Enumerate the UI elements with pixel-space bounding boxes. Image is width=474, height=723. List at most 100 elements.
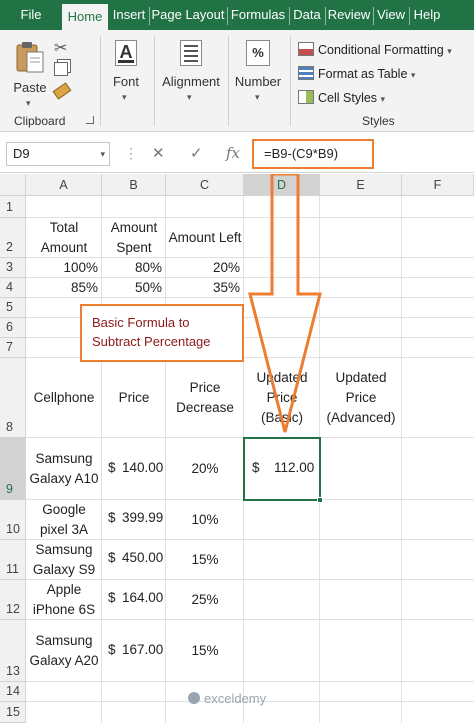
column-header-b[interactable]: B: [102, 174, 166, 196]
row-header-12[interactable]: 12: [0, 580, 26, 620]
worksheet-grid: A B C D E F 1 2 3 4 5 6 7 8 9 10 11 12 1…: [0, 174, 474, 723]
cell-a2[interactable]: Total Amount: [26, 218, 102, 258]
tab-page-layout[interactable]: Page Layout: [151, 0, 225, 30]
alignment-button[interactable]: Alignment ▾: [158, 38, 224, 108]
cell-c3[interactable]: 20%: [166, 258, 244, 278]
enter-icon[interactable]: ✓: [190, 144, 203, 162]
tab-insert[interactable]: Insert: [110, 0, 148, 30]
cell-d9[interactable]: 112.00: [274, 460, 314, 475]
cell-c4[interactable]: 35%: [166, 278, 244, 298]
conditional-formatting-label: Conditional Formatting: [318, 43, 444, 57]
cell-a10[interactable]: Google pixel 3A: [28, 500, 100, 540]
cell-b8[interactable]: Price: [102, 358, 166, 438]
column-header-a[interactable]: A: [26, 174, 102, 196]
column-header-c[interactable]: C: [166, 174, 244, 196]
cell-c11[interactable]: 15%: [166, 540, 244, 580]
font-button[interactable]: A Font ▾: [106, 38, 146, 108]
cell-a13[interactable]: Samsung Galaxy A20: [28, 620, 100, 682]
cell-b13[interactable]: 167.00: [122, 642, 163, 657]
conditional-formatting-button[interactable]: Conditional Formatting ▾: [298, 42, 452, 57]
cell-b2[interactable]: Amount Spent: [102, 218, 166, 258]
copy-icon[interactable]: [54, 62, 68, 76]
chevron-down-icon: ▾: [447, 46, 452, 56]
group-divider: [154, 36, 155, 126]
dialog-launcher-icon[interactable]: [86, 116, 94, 124]
watermark: exceldemy: [188, 691, 266, 706]
column-header-e[interactable]: E: [320, 174, 402, 196]
row-header-1[interactable]: 1: [0, 196, 26, 218]
cell-b4[interactable]: 50%: [102, 278, 166, 298]
cell-e8[interactable]: Updated Price (Advanced): [324, 358, 398, 438]
cell-b12[interactable]: 164.00: [122, 590, 163, 605]
formula-input[interactable]: =B9-(C9*B9): [252, 139, 374, 169]
cell-a4[interactable]: 85%: [26, 278, 102, 298]
tab-home[interactable]: Home: [62, 4, 108, 30]
format-painter-icon[interactable]: [52, 82, 72, 100]
column-header-f[interactable]: F: [402, 174, 474, 196]
tab-help[interactable]: Help: [411, 0, 443, 30]
insert-function-icon[interactable]: fx: [226, 144, 240, 162]
row-header-6[interactable]: 6: [0, 318, 26, 338]
grid-line: [401, 196, 402, 723]
cell-b10[interactable]: 399.99: [122, 510, 163, 525]
row-header-5[interactable]: 5: [0, 298, 26, 318]
cell-c13[interactable]: 15%: [166, 620, 244, 682]
cell-a11[interactable]: Samsung Galaxy S9: [28, 540, 100, 580]
name-box-value: D9: [13, 146, 30, 161]
cell-c10[interactable]: 10%: [166, 500, 244, 540]
name-box[interactable]: D9 ▾: [6, 142, 110, 166]
cell-b13-currency: $: [108, 642, 116, 657]
paste-icon: [16, 42, 44, 73]
tab-review[interactable]: Review: [327, 0, 371, 30]
tab-file[interactable]: File: [8, 0, 54, 30]
cell-a3[interactable]: 100%: [26, 258, 102, 278]
cell-c9[interactable]: 20%: [166, 438, 244, 500]
paste-button[interactable]: Paste ▾: [10, 40, 50, 108]
cell-styles-button[interactable]: Cell Styles ▾: [298, 90, 385, 105]
row-header-13[interactable]: 13: [0, 620, 26, 682]
chevron-down-icon: ▾: [187, 92, 192, 102]
cell-d9-currency: $: [252, 460, 260, 475]
row-header-10[interactable]: 10: [0, 500, 26, 540]
row-header-3[interactable]: 3: [0, 258, 26, 278]
row-header-14[interactable]: 14: [0, 682, 26, 702]
format-as-table-button[interactable]: Format as Table ▾: [298, 66, 415, 81]
cut-icon[interactable]: ✂: [54, 38, 67, 58]
tab-formulas[interactable]: Formulas: [229, 0, 287, 30]
row-header-11[interactable]: 11: [0, 540, 26, 580]
row-header-2[interactable]: 2: [0, 218, 26, 258]
chevron-down-icon[interactable]: ▾: [100, 143, 105, 165]
cell-c8[interactable]: Price Decrease: [170, 358, 240, 438]
cell-a12[interactable]: Apple iPhone 6S: [28, 580, 100, 620]
row-header-8[interactable]: 8: [0, 358, 26, 438]
cell-styles-label: Cell Styles: [318, 91, 378, 105]
font-icon: A: [115, 40, 137, 66]
cell-b3[interactable]: 80%: [102, 258, 166, 278]
chevron-down-icon: ▾: [26, 98, 31, 108]
cell-a8[interactable]: Cellphone: [26, 358, 102, 438]
tab-separator: [149, 7, 150, 25]
row-header-15[interactable]: 15: [0, 702, 26, 723]
row-header-9[interactable]: 9: [0, 438, 26, 500]
cell-c2[interactable]: Amount Left: [166, 218, 244, 258]
select-all-corner[interactable]: [0, 174, 26, 196]
fill-handle[interactable]: [317, 497, 323, 503]
row-header-7[interactable]: 7: [0, 338, 26, 358]
cell-a9[interactable]: Samsung Galaxy A10: [28, 438, 100, 500]
cancel-icon[interactable]: ✕: [152, 144, 165, 162]
cell-b10-currency: $: [108, 510, 116, 525]
cell-b9[interactable]: 140.00: [122, 460, 163, 475]
chevron-down-icon: ▾: [255, 92, 260, 102]
group-divider: [290, 36, 291, 126]
cell-c12[interactable]: 25%: [166, 580, 244, 620]
group-divider: [100, 36, 101, 126]
percent-icon: %: [246, 40, 270, 66]
cell-b11-currency: $: [108, 550, 116, 565]
tab-data[interactable]: Data: [291, 0, 323, 30]
annotation-arrow: [248, 174, 322, 433]
row-header-4[interactable]: 4: [0, 278, 26, 298]
cell-styles-icon: [298, 90, 314, 104]
tab-view[interactable]: View: [375, 0, 407, 30]
cell-b11[interactable]: 450.00: [122, 550, 163, 565]
number-button[interactable]: % Number ▾: [232, 38, 286, 108]
